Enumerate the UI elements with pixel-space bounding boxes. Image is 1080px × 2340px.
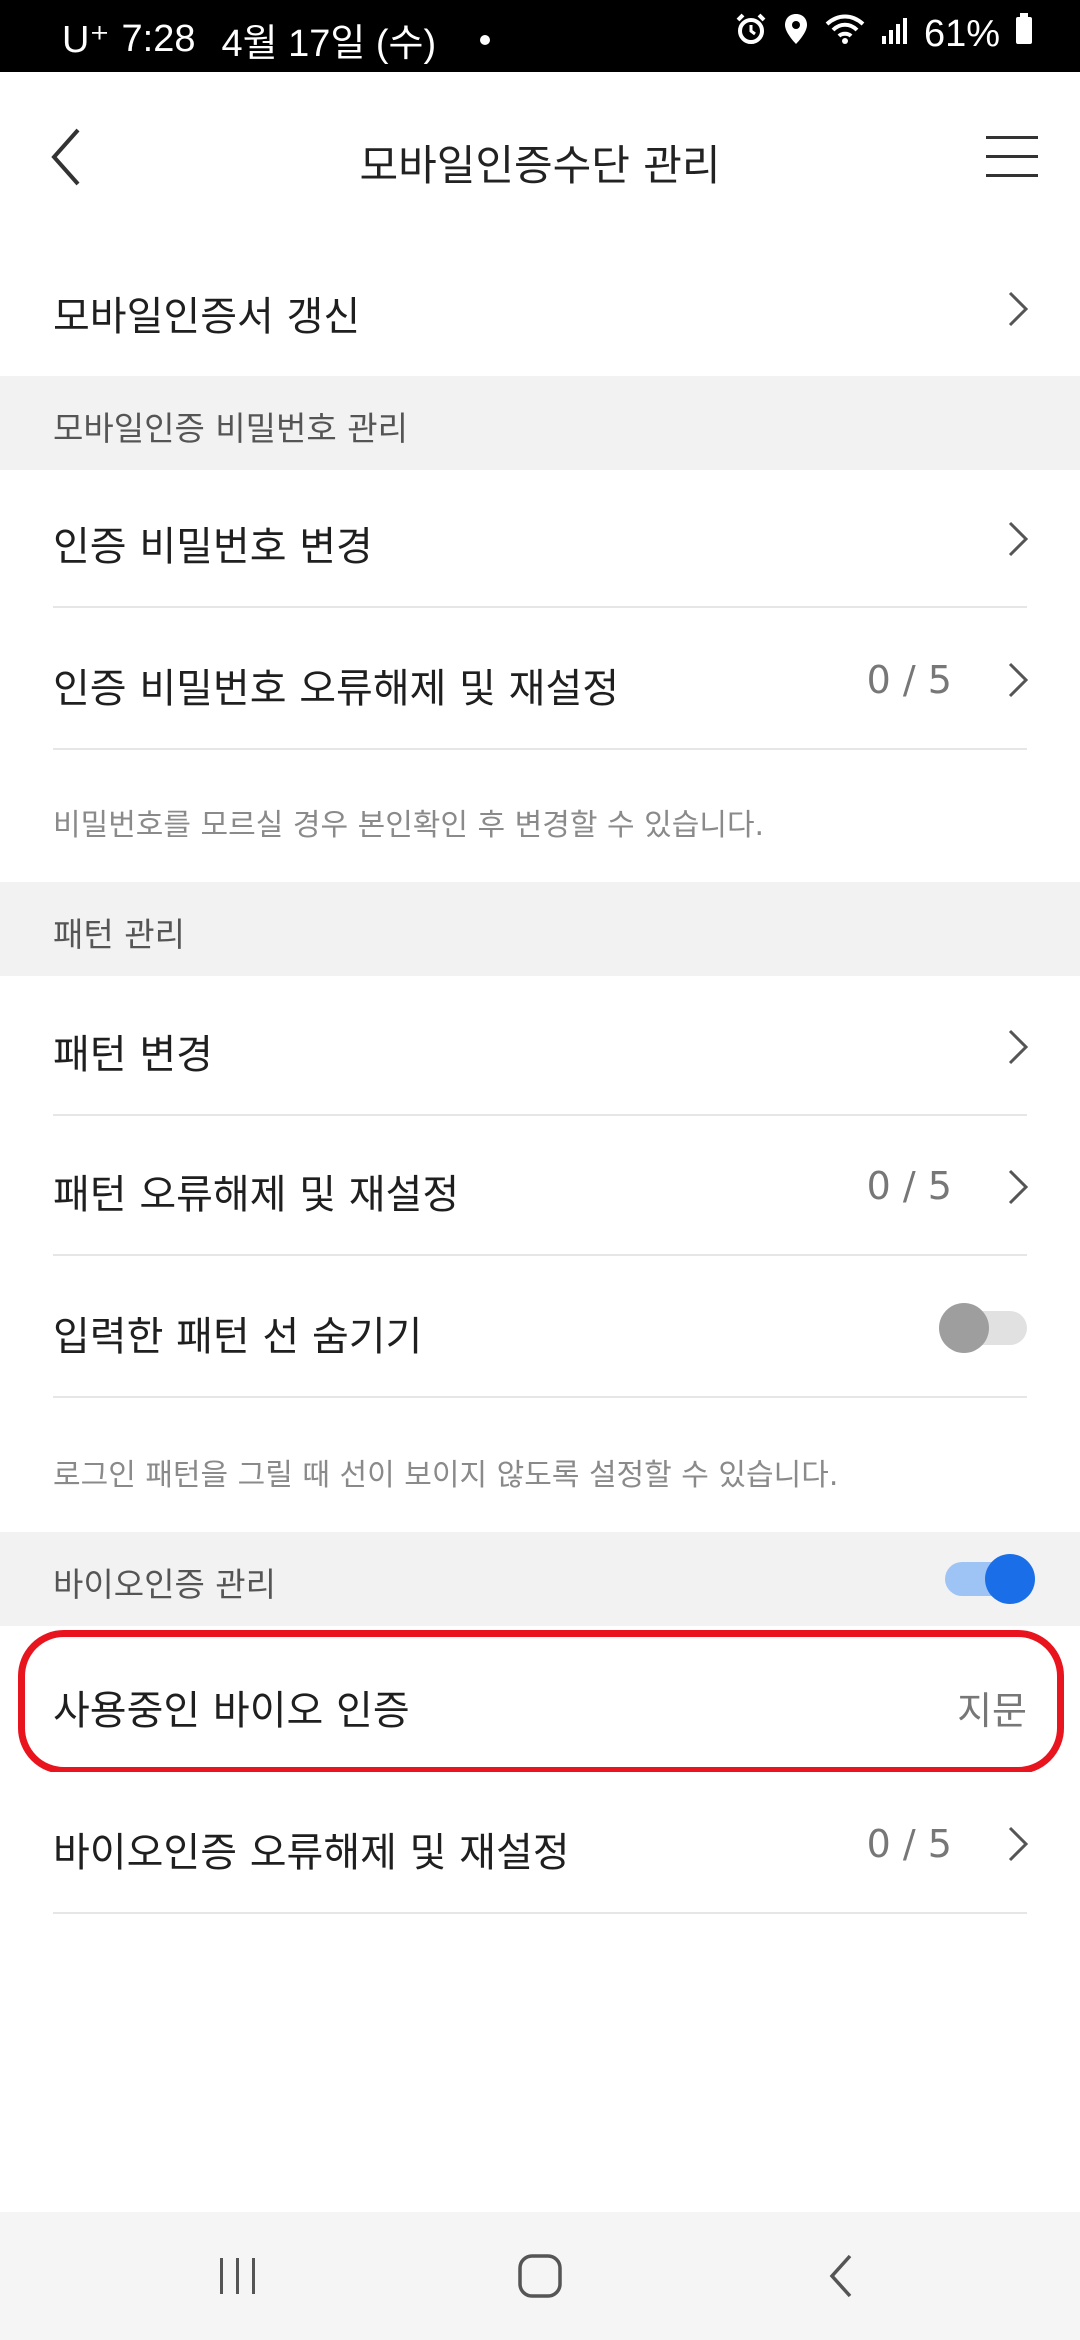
nav-back-button[interactable] xyxy=(812,2246,872,2306)
reset-password-row[interactable]: 인증 비밀번호 오류해제 및 재설정 0 / 5 xyxy=(0,608,1080,750)
reset-pattern-count: 0 / 5 xyxy=(866,1164,952,1208)
hide-pattern-line-row: 입력한 패턴 선 숨기기 xyxy=(0,1256,1080,1398)
highlight-outline xyxy=(18,1630,1064,1774)
recent-apps-icon xyxy=(220,2258,255,2294)
battery-icon xyxy=(1014,12,1034,56)
page-title: 모바일인증수단 관리 xyxy=(359,141,721,190)
home-button[interactable] xyxy=(510,2246,570,2306)
hide-pattern-line-label: 입력한 패턴 선 숨기기 xyxy=(53,1314,423,1360)
divider xyxy=(53,1912,1027,1914)
carrier-label: U⁺ xyxy=(62,19,110,61)
renew-certificate-row[interactable]: 모바일인증서 갱신 xyxy=(0,242,1080,376)
status-right: 61% xyxy=(734,12,1034,56)
status-left: U⁺ 7:28 4월 17일 (수) xyxy=(62,12,491,67)
hide-pattern-line-toggle[interactable] xyxy=(939,1303,1027,1353)
toggle-knob xyxy=(939,1303,989,1353)
reset-bio-label: 바이오인증 오류해제 및 재설정 xyxy=(53,1830,570,1876)
section-bio-label: 바이오인증 관리 xyxy=(53,1565,277,1604)
change-pattern-row[interactable]: 패턴 변경 xyxy=(0,976,1080,1116)
reset-password-count: 0 / 5 xyxy=(866,658,952,702)
system-navigation-bar xyxy=(0,2212,1080,2340)
home-icon xyxy=(518,2254,562,2298)
wifi-icon xyxy=(824,12,866,56)
chevron-right-icon xyxy=(1008,1826,1029,1862)
change-password-label: 인증 비밀번호 변경 xyxy=(53,524,373,570)
reset-pattern-label: 패턴 오류해제 및 재설정 xyxy=(53,1172,460,1218)
back-arrow-icon xyxy=(829,2254,852,2298)
reset-bio-count: 0 / 5 xyxy=(866,1822,952,1866)
section-header-pattern: 패턴 관리 xyxy=(0,882,1080,976)
app-header: 모바일인증수단 관리 xyxy=(0,72,1080,242)
recent-apps-button[interactable] xyxy=(208,2246,268,2306)
chevron-right-icon xyxy=(1008,291,1029,327)
hamburger-menu-icon xyxy=(986,136,1038,177)
status-bar: U⁺ 7:28 4월 17일 (수) 61% xyxy=(0,0,1080,72)
location-icon xyxy=(782,12,810,56)
battery-label: 61% xyxy=(923,12,1000,55)
pattern-note-row: 로그인 패턴을 그릴 때 선이 보이지 않도록 설정할 수 있습니다. xyxy=(0,1398,1080,1532)
menu-button[interactable] xyxy=(982,132,1042,182)
notification-dot xyxy=(480,34,491,45)
signal-icon xyxy=(880,13,910,56)
section-pattern-label: 패턴 관리 xyxy=(53,915,185,954)
bio-auth-toggle[interactable] xyxy=(945,1554,1035,1604)
section-header-bio: 바이오인증 관리 xyxy=(0,1532,1080,1626)
password-note-row: 비밀번호를 모르실 경우 본인확인 후 변경할 수 있습니다. xyxy=(0,750,1080,882)
chevron-right-icon xyxy=(1008,1169,1029,1205)
chevron-right-icon xyxy=(1008,1029,1029,1065)
change-password-row[interactable]: 인증 비밀번호 변경 xyxy=(0,470,1080,608)
clock: 7:28 xyxy=(121,18,196,60)
renew-certificate-label: 모바일인증서 갱신 xyxy=(53,294,361,340)
toggle-knob xyxy=(985,1554,1035,1604)
reset-password-label: 인증 비밀번호 오류해제 및 재설정 xyxy=(53,666,620,712)
change-pattern-label: 패턴 변경 xyxy=(53,1032,213,1078)
alarm-icon xyxy=(734,12,768,56)
chevron-right-icon xyxy=(1008,521,1029,557)
reset-pattern-row[interactable]: 패턴 오류해제 및 재설정 0 / 5 xyxy=(0,1116,1080,1256)
date-label: 4월 17일 (수) xyxy=(221,23,437,65)
chevron-right-icon xyxy=(1008,662,1029,698)
password-note: 비밀번호를 모르실 경우 본인확인 후 변경할 수 있습니다. xyxy=(53,808,765,843)
pattern-note: 로그인 패턴을 그릴 때 선이 보이지 않도록 설정할 수 있습니다. xyxy=(53,1458,839,1493)
section-header-password: 모바일인증 비밀번호 관리 xyxy=(0,376,1080,470)
reset-bio-row[interactable]: 바이오인증 오류해제 및 재설정 0 / 5 xyxy=(0,1772,1080,1914)
section-password-label: 모바일인증 비밀번호 관리 xyxy=(53,409,408,448)
